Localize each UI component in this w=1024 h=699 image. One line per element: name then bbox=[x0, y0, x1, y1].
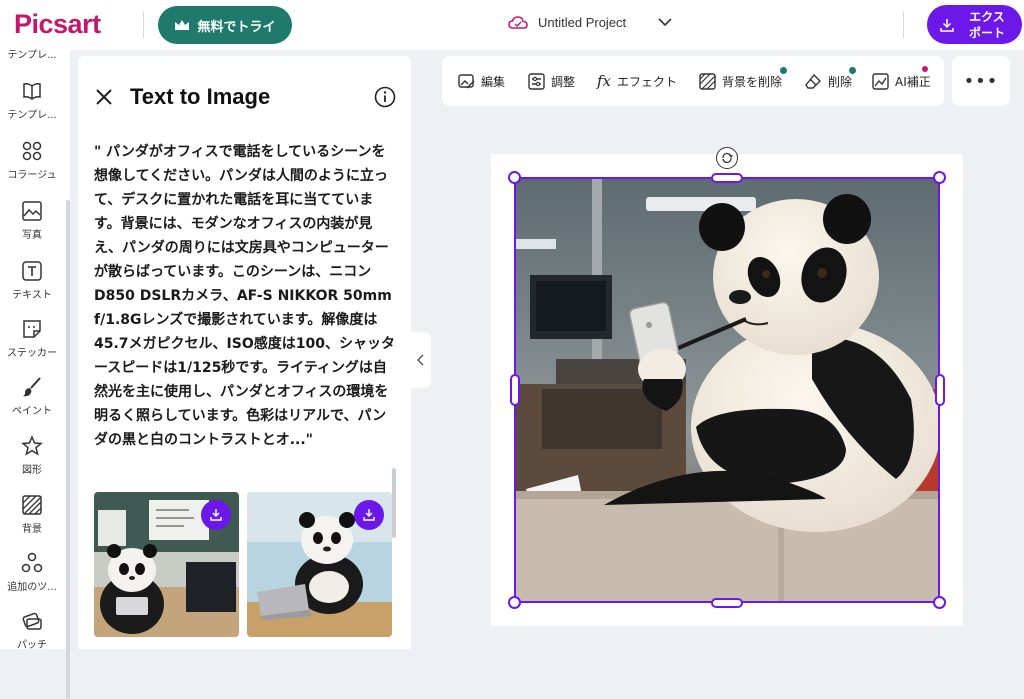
chevron-down-icon bbox=[658, 18, 672, 27]
patch-icon bbox=[22, 612, 42, 630]
nav-label: 背景 bbox=[22, 524, 42, 535]
adjust-tool[interactable]: 調整 bbox=[528, 56, 575, 106]
download-icon bbox=[363, 509, 375, 521]
download-icon bbox=[210, 509, 222, 521]
effect-tool[interactable]: fx エフェクト bbox=[597, 56, 677, 106]
download-icon bbox=[940, 18, 954, 32]
download-button[interactable] bbox=[354, 500, 384, 530]
image-toolbar: 編集 調整 fx エフェクト 背景を削除 削除 AI補正 bbox=[442, 56, 944, 106]
adjust-label: 調整 bbox=[551, 74, 576, 89]
top-bar: Picsart 無料でトライ Untitled Project エクスポート bbox=[0, 0, 1024, 50]
premium-badge bbox=[778, 65, 789, 76]
info-icon[interactable] bbox=[374, 86, 396, 108]
nav-photos[interactable]: 写真 bbox=[0, 200, 64, 241]
background-icon bbox=[22, 495, 42, 515]
resize-handle-bottom-left[interactable] bbox=[508, 596, 521, 609]
cloud-icon bbox=[508, 16, 528, 29]
picsart-logo[interactable]: Picsart bbox=[14, 9, 101, 40]
brush-icon bbox=[23, 377, 41, 397]
generated-image-thumb-1[interactable] bbox=[94, 492, 239, 637]
resize-handle-bottom[interactable] bbox=[711, 598, 743, 608]
nav-patch[interactable]: パッチ bbox=[0, 610, 64, 651]
collage-icon bbox=[22, 141, 42, 161]
nav-templates[interactable]: テンプレ... bbox=[0, 80, 64, 121]
nav-label: ペイント bbox=[12, 406, 52, 417]
nav-shapes[interactable]: 図形 bbox=[0, 435, 64, 476]
text-icon bbox=[22, 261, 42, 281]
nav-label: コラージュ bbox=[7, 170, 57, 181]
panel-scrollbar[interactable] bbox=[392, 468, 396, 538]
nav-label: 追加のツ... bbox=[7, 582, 57, 593]
edit-label: 編集 bbox=[481, 74, 506, 89]
resize-handle-bottom-right[interactable] bbox=[933, 596, 946, 609]
download-button[interactable] bbox=[201, 500, 231, 530]
collapse-panel-button[interactable] bbox=[411, 332, 431, 388]
eraser-icon bbox=[805, 73, 821, 89]
resize-handle-top-right[interactable] bbox=[933, 171, 946, 184]
try-free-label: 無料でトライ bbox=[197, 19, 276, 35]
sticker-icon bbox=[23, 320, 41, 338]
more-options-button[interactable]: ••• bbox=[952, 56, 1010, 106]
ai-enhance-icon bbox=[872, 72, 889, 90]
export-button[interactable]: エクスポート bbox=[927, 5, 1022, 44]
nav-stickers[interactable]: ステッカー bbox=[0, 318, 64, 359]
remove-bg-label: 背景を削除 bbox=[722, 74, 783, 89]
effect-label: エフェクト bbox=[617, 74, 678, 89]
resize-handle-top[interactable] bbox=[711, 173, 743, 183]
star-icon bbox=[21, 435, 43, 456]
adjust-icon bbox=[528, 72, 545, 90]
edit-image-icon bbox=[458, 73, 475, 88]
nav-text[interactable]: テキスト bbox=[0, 260, 64, 301]
chevron-left-icon bbox=[417, 354, 424, 366]
try-free-button[interactable]: 無料でトライ bbox=[158, 6, 292, 44]
new-feature-dot bbox=[922, 66, 928, 72]
divider bbox=[903, 12, 904, 38]
crown-icon bbox=[175, 19, 190, 30]
nav-background[interactable]: 背景 bbox=[0, 494, 64, 535]
project-title-dropdown[interactable]: Untitled Project bbox=[508, 14, 672, 30]
rotate-handle[interactable] bbox=[716, 147, 738, 169]
resize-handle-right[interactable] bbox=[935, 374, 945, 406]
edit-tool[interactable]: 編集 bbox=[458, 56, 505, 106]
close-icon[interactable] bbox=[94, 87, 114, 107]
panel-title: Text to Image bbox=[130, 84, 271, 109]
fx-icon: fx bbox=[597, 72, 612, 90]
ai-enhance-label: AI補正 bbox=[895, 74, 931, 89]
sidebar-scrollbar[interactable] bbox=[66, 200, 70, 699]
nav-label: テンプレ... bbox=[7, 110, 57, 121]
nav-label: 写真 bbox=[22, 230, 42, 241]
panel-header: Text to Image bbox=[94, 84, 270, 110]
remove-background-tool[interactable]: 背景を削除 bbox=[699, 56, 782, 106]
erase-tool[interactable]: 削除 bbox=[805, 56, 852, 106]
more-dots-icon: ••• bbox=[963, 70, 999, 92]
tools-icon bbox=[21, 552, 43, 573]
nav-label: テンプレ... bbox=[7, 50, 57, 61]
selection-frame[interactable] bbox=[514, 177, 940, 603]
prompt-text: " パンダがオフィスで電話をしているシーンを想像してください。パンダは人間のよう… bbox=[94, 144, 395, 448]
remove-bg-icon bbox=[699, 72, 716, 90]
nav-label: テキスト bbox=[12, 290, 52, 301]
left-sidebar: テンプレ... テンプレ... コラージュ 写真 テキスト ステッカー ペイント… bbox=[0, 50, 70, 699]
book-icon bbox=[23, 83, 41, 100]
ai-enhance-tool[interactable]: AI補正 bbox=[872, 56, 931, 106]
project-title: Untitled Project bbox=[538, 14, 627, 30]
nav-label: ステッカー bbox=[7, 348, 57, 359]
nav-more-tools[interactable]: 追加のツ... bbox=[0, 552, 64, 593]
nav-paint[interactable]: ペイント bbox=[0, 376, 64, 417]
rotate-icon bbox=[722, 152, 733, 164]
nav-templates-partial[interactable]: テンプレ... bbox=[0, 46, 64, 61]
generated-image-thumb-2[interactable] bbox=[247, 492, 392, 637]
divider bbox=[143, 12, 144, 38]
export-label: エクスポート bbox=[968, 9, 1005, 40]
photo-icon bbox=[22, 201, 42, 221]
text-to-image-panel: Text to Image " パンダがオフィスで電話をしているシーンを想像して… bbox=[78, 56, 411, 649]
nav-collage[interactable]: コラージュ bbox=[0, 140, 64, 181]
resize-handle-left[interactable] bbox=[510, 374, 520, 406]
premium-badge bbox=[847, 65, 858, 76]
nav-label: 図形 bbox=[22, 465, 42, 476]
resize-handle-top-left[interactable] bbox=[508, 171, 521, 184]
